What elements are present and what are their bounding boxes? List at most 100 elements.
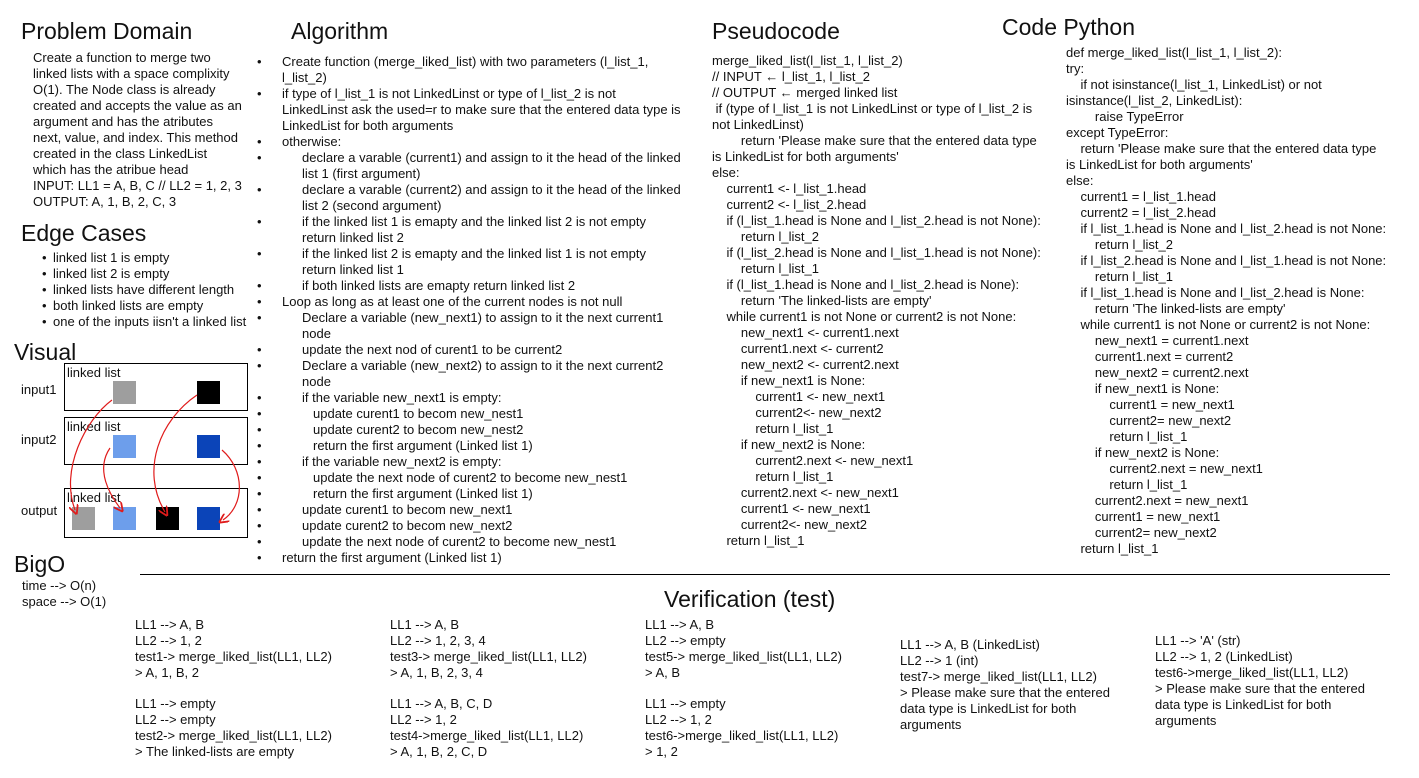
pseudocode-line: while current1 is not None or current2 i…: [712, 309, 1017, 324]
test-line: > Please make sure that the entered: [1155, 681, 1365, 696]
python-code-line: if not isinstance(l_list_1, LinkedList) …: [1066, 77, 1322, 92]
python-code-line: while current1 is not None or current2 i…: [1066, 317, 1371, 332]
pseudocode-line: current1.next <- current2: [712, 341, 884, 356]
pseudocode-line: new_next2 <- current2.next: [712, 357, 899, 372]
pseudocode-line: is LinkedList for both arguments': [712, 149, 899, 164]
pseudocode-line: merge_liked_list(l_list_1, l_list_2): [712, 53, 903, 68]
python-code-line: current2.next = new_next1: [1066, 493, 1249, 508]
test-case: LL1 --> A, B LL2 --> 1, 2 test1-> merge_li…: [135, 617, 332, 681]
test-line: test3-> merge_liked_list(LL1, LL2): [390, 649, 587, 664]
test-line: test1-> merge_liked_list(LL1, LL2): [135, 649, 332, 664]
pseudocode-line: current2<- new_next2: [712, 517, 867, 532]
arrow-b-to-output: [153, 394, 198, 512]
python-code-line: try:: [1066, 61, 1085, 76]
test-line: arguments: [1155, 713, 1217, 728]
test-line: > The linked-lists are empty: [135, 744, 295, 759]
algorithm-step: update curent1 to becom new_nest1: [257, 406, 683, 422]
test-line: test6->merge_liked_list(LL1, LL2): [1155, 665, 1349, 680]
test-case: LL1 --> A, B (LinkedList) LL2 --> 1 (int)…: [900, 637, 1110, 733]
algorithm-step: return the first argument (Linked list 1…: [257, 438, 683, 454]
python-code-line: return l_list_1: [1066, 541, 1159, 556]
test-line: > A, B: [645, 665, 681, 680]
pseudocode-line: current2.next <- new_next1: [712, 453, 914, 468]
python-code-line: is LinkedList for both arguments': [1066, 157, 1253, 172]
test-case: LL1 --> A, B LL2 --> empty test5-> merge_l…: [645, 617, 842, 681]
pseudocode-line: // OUTPUT ← merged linked list: [712, 85, 898, 100]
algorithm-step: Loop as long as at least one of the curr…: [257, 294, 683, 310]
test-line: LL2 --> 1, 2, 3, 4: [390, 633, 486, 648]
merge-arrows: [0, 394, 240, 560]
algorithm-step: update the next node of curent2 to becom…: [257, 470, 683, 486]
pseudocode-line: return l_list_2: [712, 229, 819, 244]
python-code-line: current1 = new_next1: [1066, 397, 1235, 412]
algorithm-step: declare a varable (current1) and assign …: [257, 150, 683, 182]
test-line: > Please make sure that the entered: [900, 685, 1110, 700]
test-line: > A, 1, B, 2: [135, 665, 199, 680]
pseudocode-line: if new_next2 is None:: [712, 437, 866, 452]
algorithm-step: return the first argument (Linked list 1…: [257, 486, 683, 502]
algorithm-step: if the variable new_next1 is empty:: [257, 390, 683, 406]
python-code-line: isinstance(l_list_2, LinkedList):: [1066, 93, 1243, 108]
python-code-line: return 'Please make sure that the entere…: [1066, 141, 1377, 156]
python-code-line: if new_next2 is None:: [1066, 445, 1220, 460]
pseudocode-line: if new_next1 is None:: [712, 373, 866, 388]
python-code-line: except TypeError:: [1066, 125, 1169, 140]
python-code-line: return l_list_1: [1066, 429, 1188, 444]
pseudocode-line: current1 <- l_list_1.head: [712, 181, 867, 196]
pseudocode-line: return 'Please make sure that the entere…: [712, 133, 1037, 148]
python-code-line: else:: [1066, 173, 1094, 188]
test-line: LL1 --> A, B, C, D: [390, 696, 493, 711]
python-code-line: current1.next = current2: [1066, 349, 1234, 364]
algorithm-step: declare a varable (current2) and assign …: [257, 182, 683, 214]
python-code-line: current2= new_next2: [1066, 413, 1232, 428]
algorithm-step: otherwise:: [257, 134, 683, 150]
algorithm-step: if the variable new_next2 is empty:: [257, 454, 683, 470]
test-line: data type is LinkedList for both: [1155, 697, 1332, 712]
arrow-2-to-output: [222, 449, 240, 520]
python-code-line: current2= new_next2: [1066, 525, 1217, 540]
test-line: LL2 --> empty: [135, 712, 216, 727]
algorithm-step: Declare a variable (new_next1) to assign…: [257, 310, 683, 342]
test-case: LL1 --> A, B LL2 --> 1, 2, 3, 4 test3-> me…: [390, 617, 587, 681]
algorithm-step: update the next node of curent2 to becom…: [257, 534, 683, 550]
pseudocode-line: if (l_list_2.head is None and l_list_1.h…: [712, 245, 1041, 260]
test-line: > 1, 2: [645, 744, 678, 759]
verification-title: Verification (test): [664, 586, 836, 612]
test-line: LL2 --> 1 (int): [900, 653, 979, 668]
python-code-line: if l_list_2.head is None and l_list_1.he…: [1066, 253, 1387, 268]
pseudocode-line: return l_list_1: [712, 533, 805, 548]
test-line: LL1 --> empty: [135, 696, 216, 711]
test-line: LL1 --> empty: [645, 696, 726, 711]
code-python-title: Code Python: [1002, 14, 1135, 40]
algorithm-step: update curent2 to becom new_nest2: [257, 422, 683, 438]
test-line: > A, 1, B, 2, C, D: [390, 744, 488, 759]
test-case: LL1 --> 'A' (str) LL2 --> 1, 2 (LinkedLis…: [1155, 633, 1365, 729]
python-code-line: def merge_liked_list(l_list_1, l_list_2)…: [1066, 45, 1283, 60]
pseudocode-line: // INPUT ← l_list_1, l_list_2: [712, 69, 870, 84]
test-line: LL2 --> 1, 2: [390, 712, 457, 727]
algorithm-step: update curent2 to becom new_next2: [257, 518, 683, 534]
algorithm-step: if both linked lists are emapty return l…: [257, 278, 683, 294]
test-line: LL2 --> empty: [645, 633, 726, 648]
test-line: test2-> merge_liked_list(LL1, LL2): [135, 728, 332, 743]
python-code-block: def merge_liked_list(l_list_1, l_list_2)…: [1066, 45, 1386, 557]
algorithm-title: Algorithm: [291, 18, 389, 44]
test-case: LL1 --> empty LL2 --> 1, 2 test6->merge_li…: [645, 696, 838, 760]
pseudocode-line: not LinkedLinst): [712, 117, 804, 132]
test-line: test6->merge_liked_list(LL1, LL2): [645, 728, 839, 743]
pseudocode-line: current2.next <- new_next1: [712, 485, 899, 500]
algorithm-step: if the linked list 1 is emapty and the l…: [257, 214, 683, 246]
python-code-line: new_next2 = current2.next: [1066, 365, 1249, 380]
algorithm-list: Create function (merge_liked_list) with …: [257, 54, 683, 566]
test-case: LL1 --> A, B, C, D LL2 --> 1, 2 test4->mer…: [390, 696, 583, 760]
python-code-line: raise TypeError: [1066, 109, 1184, 124]
python-code-line: return l_list_1: [1066, 269, 1173, 284]
test-line: test5-> merge_liked_list(LL1, LL2): [645, 649, 842, 664]
bigo-space: space --> O(1): [22, 594, 107, 609]
pseudocode-line: current2 <- l_list_2.head: [712, 197, 867, 212]
pseudocode-line: return 'The linked-lists are empty': [712, 293, 932, 308]
pseudocode-line: if (type of l_list_1 is not LinkedLinst …: [712, 101, 1033, 116]
pseudocode-line: current1 <- new_next1: [712, 501, 871, 516]
test-line: arguments: [900, 717, 962, 732]
python-code-line: new_next1 = current1.next: [1066, 333, 1249, 348]
